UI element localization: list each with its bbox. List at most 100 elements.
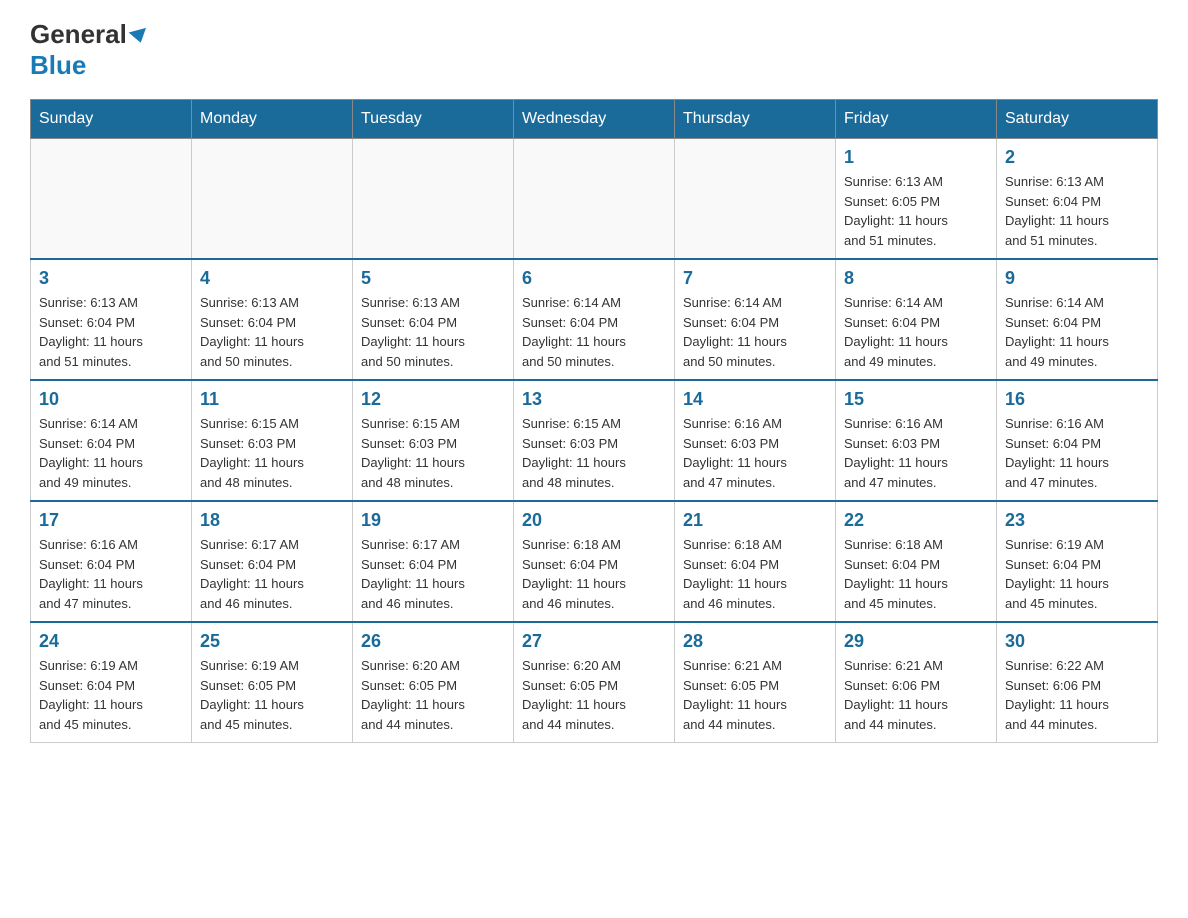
calendar-cell: 26Sunrise: 6:20 AMSunset: 6:05 PMDayligh… xyxy=(353,622,514,743)
sun-info: Sunrise: 6:13 AMSunset: 6:05 PMDaylight:… xyxy=(844,172,988,250)
day-number: 10 xyxy=(39,389,183,410)
calendar-cell: 29 Sunrise: 6:21 AMSunset: 6:06 PMDayligh… xyxy=(836,622,997,743)
day-number: 8 xyxy=(844,268,988,289)
sun-info: Sunrise: 6:14 AMSunset: 6:04 PMDaylight:… xyxy=(522,293,666,371)
calendar-cell: 12 Sunrise: 6:15 AMSunset: 6:03 PMDayligh… xyxy=(353,380,514,501)
day-number: 25 xyxy=(200,631,344,652)
calendar-cell: 21Sunrise: 6:18 AMSunset: 6:04 PMDayligh… xyxy=(675,501,836,622)
sun-info: Sunrise: 6:17 AMSunset: 6:04 PMDaylight:… xyxy=(361,535,505,613)
page-header: General Blue xyxy=(30,20,1158,79)
day-number: 12 xyxy=(361,389,505,410)
day-number: 4 xyxy=(200,268,344,289)
calendar-cell: 16Sunrise: 6:16 AMSunset: 6:04 PMDayligh… xyxy=(997,380,1158,501)
sun-info: Sunrise: 6:13 AMSunset: 6:04 PMDaylight:… xyxy=(39,293,183,371)
calendar-cell: 19 Sunrise: 6:17 AMSunset: 6:04 PMDayligh… xyxy=(353,501,514,622)
sun-info: Sunrise: 6:19 AMSunset: 6:05 PMDaylight:… xyxy=(200,656,344,734)
sun-info: Sunrise: 6:16 AMSunset: 6:03 PMDaylight:… xyxy=(844,414,988,492)
calendar-week-row: 10 Sunrise: 6:14 AMSunset: 6:04 PMDayligh… xyxy=(31,380,1158,501)
day-number: 7 xyxy=(683,268,827,289)
sun-info: Sunrise: 6:18 AMSunset: 6:04 PMDaylight:… xyxy=(522,535,666,613)
calendar-cell: 24 Sunrise: 6:19 AMSunset: 6:04 PMDayligh… xyxy=(31,622,192,743)
day-number: 9 xyxy=(1005,268,1149,289)
sun-info: Sunrise: 6:22 AMSunset: 6:06 PMDaylight:… xyxy=(1005,656,1149,734)
calendar-cell: 10 Sunrise: 6:14 AMSunset: 6:04 PMDayligh… xyxy=(31,380,192,501)
calendar-cell: 30 Sunrise: 6:22 AMSunset: 6:06 PMDayligh… xyxy=(997,622,1158,743)
day-number: 20 xyxy=(522,510,666,531)
sun-info: Sunrise: 6:14 AMSunset: 6:04 PMDaylight:… xyxy=(844,293,988,371)
calendar-cell: 15 Sunrise: 6:16 AMSunset: 6:03 PMDayligh… xyxy=(836,380,997,501)
sun-info: Sunrise: 6:14 AMSunset: 6:04 PMDaylight:… xyxy=(683,293,827,371)
sun-info: Sunrise: 6:15 AMSunset: 6:03 PMDaylight:… xyxy=(200,414,344,492)
calendar-cell: 8 Sunrise: 6:14 AMSunset: 6:04 PMDaylight… xyxy=(836,259,997,380)
calendar-cell: 7 Sunrise: 6:14 AMSunset: 6:04 PMDaylight… xyxy=(675,259,836,380)
calendar-cell: 23 Sunrise: 6:19 AMSunset: 6:04 PMDayligh… xyxy=(997,501,1158,622)
day-number: 22 xyxy=(844,510,988,531)
calendar-cell: 28 Sunrise: 6:21 AMSunset: 6:05 PMDayligh… xyxy=(675,622,836,743)
day-number: 23 xyxy=(1005,510,1149,531)
weekday-header-wednesday: Wednesday xyxy=(514,100,675,139)
day-number: 28 xyxy=(683,631,827,652)
weekday-header-sunday: Sunday xyxy=(31,100,192,139)
sun-info: Sunrise: 6:13 AMSunset: 6:04 PMDaylight:… xyxy=(361,293,505,371)
calendar-cell: 18 Sunrise: 6:17 AMSunset: 6:04 PMDayligh… xyxy=(192,501,353,622)
calendar-cell: 1 Sunrise: 6:13 AMSunset: 6:05 PMDaylight… xyxy=(836,139,997,260)
calendar-cell: 13 Sunrise: 6:15 AMSunset: 6:03 PMDayligh… xyxy=(514,380,675,501)
day-number: 30 xyxy=(1005,631,1149,652)
logo-line2: Blue xyxy=(30,50,86,80)
sun-info: Sunrise: 6:19 AMSunset: 6:04 PMDaylight:… xyxy=(39,656,183,734)
calendar-week-row: 24 Sunrise: 6:19 AMSunset: 6:04 PMDayligh… xyxy=(31,622,1158,743)
calendar-cell: 17 Sunrise: 6:16 AMSunset: 6:04 PMDayligh… xyxy=(31,501,192,622)
day-number: 1 xyxy=(844,147,988,168)
sun-info: Sunrise: 6:14 AMSunset: 6:04 PMDaylight:… xyxy=(1005,293,1149,371)
calendar-cell: 22Sunrise: 6:18 AMSunset: 6:04 PMDayligh… xyxy=(836,501,997,622)
day-number: 27 xyxy=(522,631,666,652)
day-number: 11 xyxy=(200,389,344,410)
calendar-cell: 11 Sunrise: 6:15 AMSunset: 6:03 PMDayligh… xyxy=(192,380,353,501)
calendar-cell: 27Sunrise: 6:20 AMSunset: 6:05 PMDayligh… xyxy=(514,622,675,743)
logo-line1: General xyxy=(30,19,127,49)
weekday-header-row: SundayMondayTuesdayWednesdayThursdayFrid… xyxy=(31,100,1158,139)
weekday-header-tuesday: Tuesday xyxy=(353,100,514,139)
calendar-table: SundayMondayTuesdayWednesdayThursdayFrid… xyxy=(30,99,1158,743)
day-number: 5 xyxy=(361,268,505,289)
calendar-cell: 20 Sunrise: 6:18 AMSunset: 6:04 PMDayligh… xyxy=(514,501,675,622)
calendar-cell: 4 Sunrise: 6:13 AMSunset: 6:04 PMDaylight… xyxy=(192,259,353,380)
day-number: 17 xyxy=(39,510,183,531)
weekday-header-friday: Friday xyxy=(836,100,997,139)
day-number: 19 xyxy=(361,510,505,531)
day-number: 24 xyxy=(39,631,183,652)
day-number: 18 xyxy=(200,510,344,531)
day-number: 16 xyxy=(1005,389,1149,410)
logo: General Blue xyxy=(30,20,148,79)
calendar-week-row: 1 Sunrise: 6:13 AMSunset: 6:05 PMDaylight… xyxy=(31,139,1158,260)
calendar-cell: 9 Sunrise: 6:14 AMSunset: 6:04 PMDaylight… xyxy=(997,259,1158,380)
day-number: 29 xyxy=(844,631,988,652)
sun-info: Sunrise: 6:21 AMSunset: 6:06 PMDaylight:… xyxy=(844,656,988,734)
calendar-cell xyxy=(353,139,514,260)
sun-info: Sunrise: 6:19 AMSunset: 6:04 PMDaylight:… xyxy=(1005,535,1149,613)
sun-info: Sunrise: 6:17 AMSunset: 6:04 PMDaylight:… xyxy=(200,535,344,613)
sun-info: Sunrise: 6:16 AMSunset: 6:04 PMDaylight:… xyxy=(39,535,183,613)
sun-info: Sunrise: 6:13 AMSunset: 6:04 PMDaylight:… xyxy=(1005,172,1149,250)
day-number: 6 xyxy=(522,268,666,289)
calendar-cell: 6 Sunrise: 6:14 AMSunset: 6:04 PMDaylight… xyxy=(514,259,675,380)
calendar-cell xyxy=(675,139,836,260)
day-number: 15 xyxy=(844,389,988,410)
calendar-cell xyxy=(31,139,192,260)
sun-info: Sunrise: 6:21 AMSunset: 6:05 PMDaylight:… xyxy=(683,656,827,734)
day-number: 26 xyxy=(361,631,505,652)
day-number: 13 xyxy=(522,389,666,410)
calendar-week-row: 3 Sunrise: 6:13 AMSunset: 6:04 PMDaylight… xyxy=(31,259,1158,380)
day-number: 2 xyxy=(1005,147,1149,168)
calendar-cell xyxy=(514,139,675,260)
sun-info: Sunrise: 6:14 AMSunset: 6:04 PMDaylight:… xyxy=(39,414,183,492)
day-number: 21 xyxy=(683,510,827,531)
calendar-week-row: 17 Sunrise: 6:16 AMSunset: 6:04 PMDayligh… xyxy=(31,501,1158,622)
sun-info: Sunrise: 6:15 AMSunset: 6:03 PMDaylight:… xyxy=(361,414,505,492)
calendar-cell: 5 Sunrise: 6:13 AMSunset: 6:04 PMDaylight… xyxy=(353,259,514,380)
sun-info: Sunrise: 6:15 AMSunset: 6:03 PMDaylight:… xyxy=(522,414,666,492)
sun-info: Sunrise: 6:13 AMSunset: 6:04 PMDaylight:… xyxy=(200,293,344,371)
weekday-header-thursday: Thursday xyxy=(675,100,836,139)
day-number: 14 xyxy=(683,389,827,410)
day-number: 3 xyxy=(39,268,183,289)
